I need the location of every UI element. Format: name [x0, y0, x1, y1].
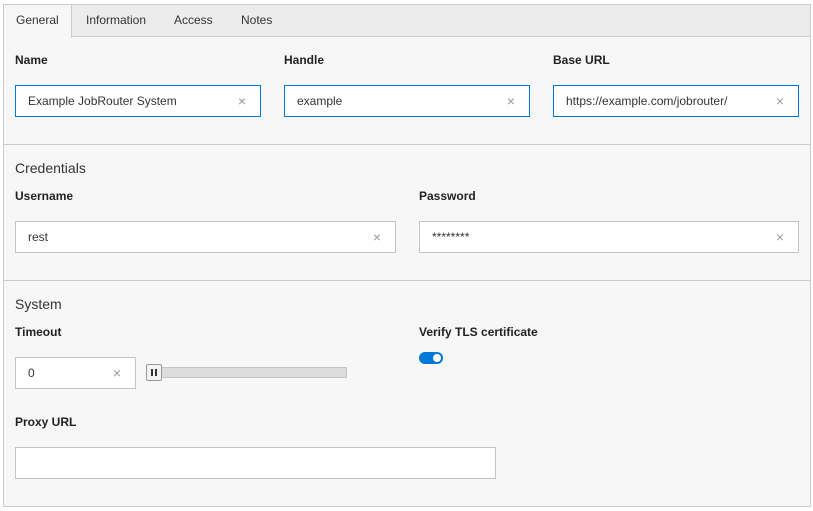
credentials-title: Credentials [15, 160, 86, 176]
handle-field[interactable]: × [284, 85, 530, 117]
proxy-url-input[interactable] [16, 448, 495, 478]
username-label: Username [15, 189, 74, 203]
timeout-slider[interactable] [146, 367, 347, 378]
timeout-slider-handle[interactable] [146, 364, 162, 381]
verify-tls-label: Verify TLS certificate [419, 325, 538, 339]
clear-timeout-icon[interactable]: × [111, 366, 123, 380]
username-field[interactable]: × [15, 221, 396, 253]
proxy-url-label: Proxy URL [15, 415, 77, 429]
clear-password-icon[interactable]: × [774, 230, 786, 244]
handle-input[interactable] [285, 86, 529, 116]
section-divider [4, 280, 810, 281]
form-panel: General Information Access Notes Name × … [3, 4, 811, 507]
tab-notes[interactable]: Notes [229, 5, 284, 37]
clear-handle-icon[interactable]: × [505, 94, 517, 108]
clear-name-icon[interactable]: × [236, 94, 248, 108]
name-field[interactable]: × [15, 85, 261, 117]
section-divider [4, 144, 810, 145]
toggle-knob [433, 354, 441, 362]
name-label: Name [15, 53, 48, 67]
clear-username-icon[interactable]: × [371, 230, 383, 244]
name-input[interactable] [16, 86, 260, 116]
password-field[interactable]: × [419, 221, 799, 253]
timeout-label: Timeout [15, 325, 62, 339]
proxy-url-field[interactable] [15, 447, 496, 479]
password-label: Password [419, 189, 476, 203]
username-input[interactable] [16, 222, 395, 252]
password-input[interactable] [420, 222, 798, 252]
tab-bar: General Information Access Notes [4, 5, 810, 38]
timeout-field[interactable]: × [15, 357, 136, 389]
tab-access[interactable]: Access [162, 5, 225, 37]
base-url-input[interactable] [554, 86, 798, 116]
system-title: System [15, 296, 62, 312]
tab-information[interactable]: Information [74, 5, 158, 37]
base-url-field[interactable]: × [553, 85, 799, 117]
tab-general[interactable]: General [4, 5, 72, 38]
handle-label: Handle [284, 53, 325, 67]
base-url-label: Base URL [553, 53, 610, 67]
clear-base-url-icon[interactable]: × [774, 94, 786, 108]
verify-tls-toggle[interactable] [419, 352, 443, 364]
